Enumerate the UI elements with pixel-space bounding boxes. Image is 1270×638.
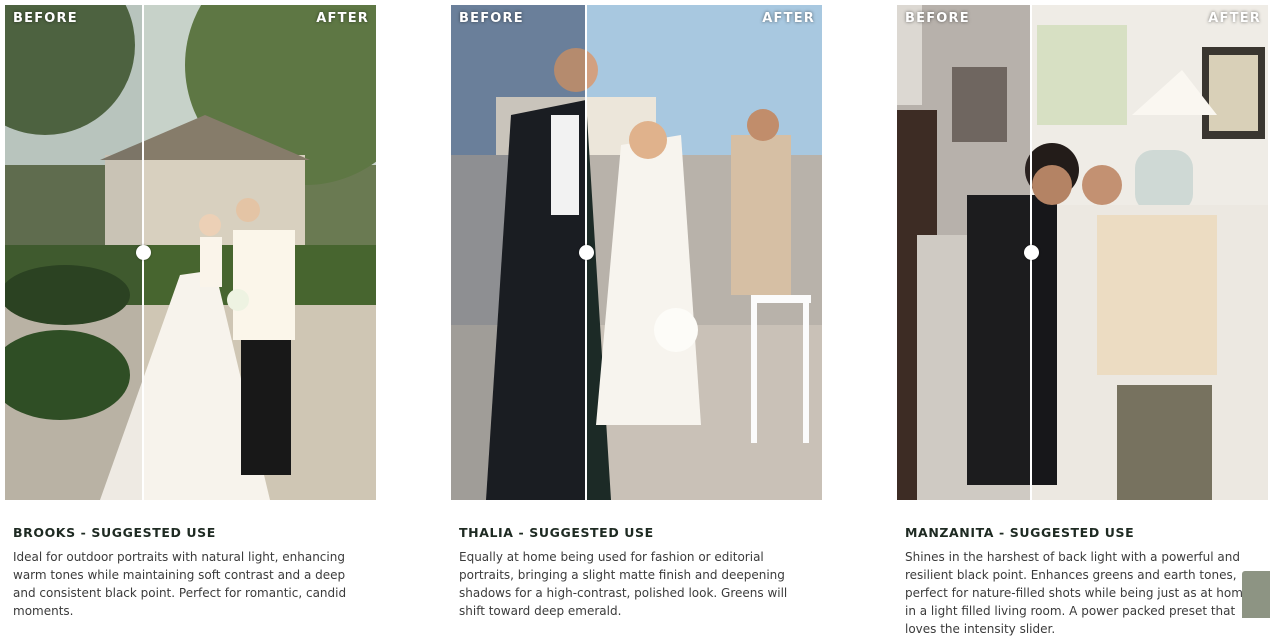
- before-label: BEFORE: [13, 11, 78, 26]
- preset-description: Ideal for outdoor portraits with natural…: [13, 550, 347, 618]
- after-image: [143, 5, 376, 500]
- after-image: [586, 5, 822, 500]
- preset-description: Equally at home being used for fashion o…: [459, 550, 788, 618]
- before-label: BEFORE: [905, 11, 970, 26]
- preset-title: MANZANITA - SUGGESTED USE: [905, 525, 1135, 540]
- before-image: [5, 5, 143, 500]
- after-label: AFTER: [316, 11, 369, 26]
- before-image: [897, 5, 1031, 500]
- after-label: AFTER: [762, 11, 815, 26]
- preset-card-brooks: BEFORE AFTER BROOKS - SUGGESTED USE Idea…: [5, 5, 376, 620]
- before-after-slider[interactable]: BEFORE AFTER: [451, 5, 822, 500]
- before-label: BEFORE: [459, 11, 524, 26]
- slider-handle[interactable]: [1024, 245, 1039, 260]
- preset-title: BROOKS - SUGGESTED USE: [13, 525, 216, 540]
- preset-card-thalia: BEFORE AFTER THALIA - SUGGESTED USE Equa…: [451, 5, 822, 620]
- before-image: [451, 5, 586, 500]
- preset-card-manzanita: BEFORE AFTER MANZANITA - SUGGESTED USE S…: [897, 5, 1268, 638]
- before-after-slider[interactable]: BEFORE AFTER: [5, 5, 376, 500]
- preset-description: Shines in the harshest of back light wit…: [905, 550, 1251, 636]
- preset-title: THALIA - SUGGESTED USE: [459, 525, 654, 540]
- after-image: [1031, 5, 1268, 500]
- before-after-slider[interactable]: BEFORE AFTER: [897, 5, 1268, 500]
- after-label: AFTER: [1208, 11, 1261, 26]
- slider-handle[interactable]: [136, 245, 151, 260]
- side-drawer-tab[interactable]: [1242, 571, 1270, 618]
- slider-handle[interactable]: [579, 245, 594, 260]
